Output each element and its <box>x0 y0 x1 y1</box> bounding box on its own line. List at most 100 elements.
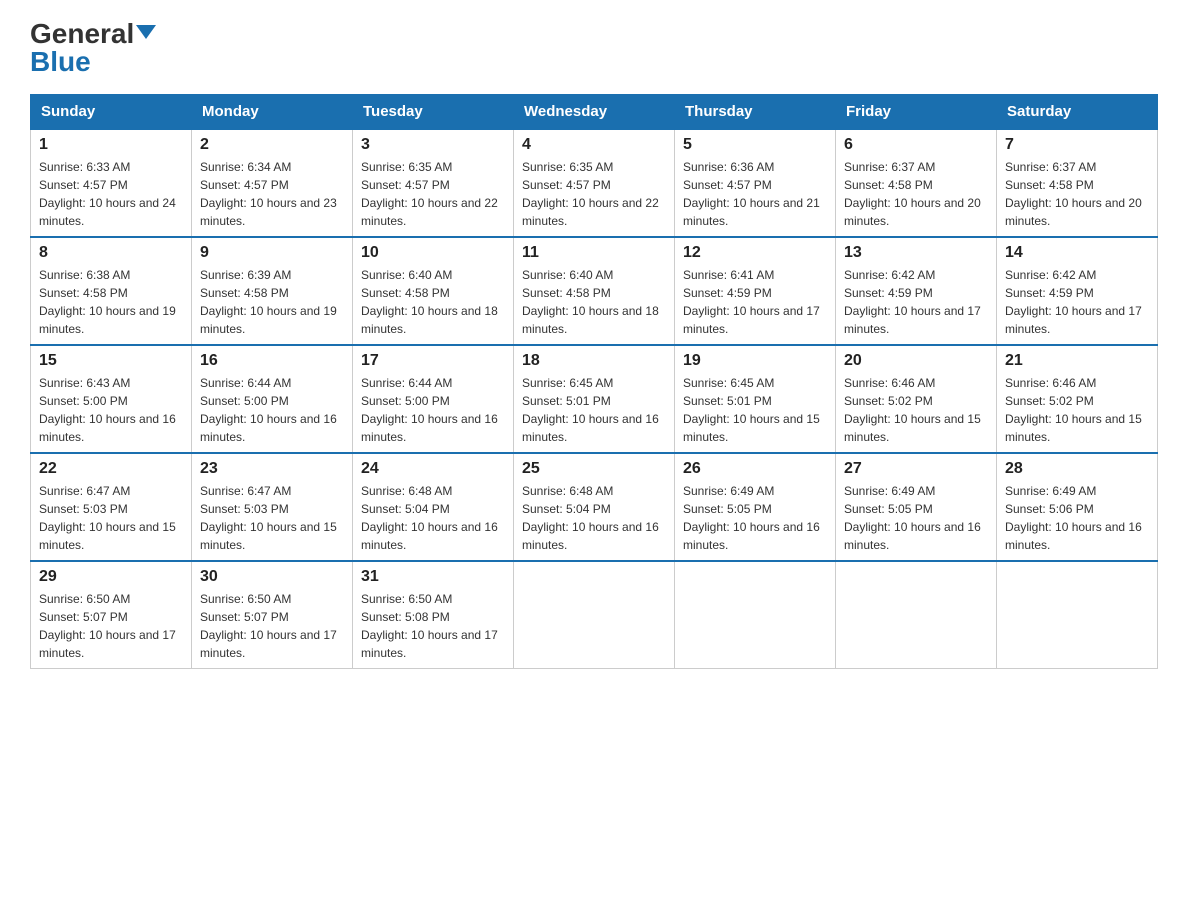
calendar-cell <box>514 561 675 669</box>
col-header-sunday: Sunday <box>31 95 192 130</box>
day-info: Sunrise: 6:49 AM Sunset: 5:05 PM Dayligh… <box>683 482 827 554</box>
logo: General Blue <box>30 20 156 76</box>
day-number: 16 <box>200 352 344 370</box>
calendar-cell: 19 Sunrise: 6:45 AM Sunset: 5:01 PM Dayl… <box>675 345 836 453</box>
day-info: Sunrise: 6:45 AM Sunset: 5:01 PM Dayligh… <box>683 374 827 446</box>
day-number: 14 <box>1005 244 1149 262</box>
day-number: 12 <box>683 244 827 262</box>
calendar-cell: 25 Sunrise: 6:48 AM Sunset: 5:04 PM Dayl… <box>514 453 675 561</box>
day-number: 15 <box>39 352 183 370</box>
calendar-cell: 4 Sunrise: 6:35 AM Sunset: 4:57 PM Dayli… <box>514 129 675 237</box>
day-info: Sunrise: 6:47 AM Sunset: 5:03 PM Dayligh… <box>39 482 183 554</box>
calendar-cell: 21 Sunrise: 6:46 AM Sunset: 5:02 PM Dayl… <box>997 345 1158 453</box>
logo-general-text: General <box>30 20 134 48</box>
day-info: Sunrise: 6:48 AM Sunset: 5:04 PM Dayligh… <box>522 482 666 554</box>
logo-triangle-icon <box>136 25 156 39</box>
calendar-cell <box>997 561 1158 669</box>
calendar-cell: 30 Sunrise: 6:50 AM Sunset: 5:07 PM Dayl… <box>192 561 353 669</box>
day-number: 26 <box>683 460 827 478</box>
day-info: Sunrise: 6:37 AM Sunset: 4:58 PM Dayligh… <box>1005 158 1149 230</box>
day-number: 24 <box>361 460 505 478</box>
day-info: Sunrise: 6:35 AM Sunset: 4:57 PM Dayligh… <box>522 158 666 230</box>
day-number: 4 <box>522 136 666 154</box>
day-info: Sunrise: 6:49 AM Sunset: 5:06 PM Dayligh… <box>1005 482 1149 554</box>
day-info: Sunrise: 6:50 AM Sunset: 5:07 PM Dayligh… <box>39 590 183 662</box>
col-header-friday: Friday <box>836 95 997 130</box>
logo-blue-text: Blue <box>30 48 91 76</box>
day-number: 31 <box>361 568 505 586</box>
day-number: 20 <box>844 352 988 370</box>
calendar-cell: 3 Sunrise: 6:35 AM Sunset: 4:57 PM Dayli… <box>353 129 514 237</box>
calendar-cell: 9 Sunrise: 6:39 AM Sunset: 4:58 PM Dayli… <box>192 237 353 345</box>
col-header-monday: Monday <box>192 95 353 130</box>
day-number: 2 <box>200 136 344 154</box>
col-header-tuesday: Tuesday <box>353 95 514 130</box>
day-info: Sunrise: 6:42 AM Sunset: 4:59 PM Dayligh… <box>844 266 988 338</box>
calendar-cell: 28 Sunrise: 6:49 AM Sunset: 5:06 PM Dayl… <box>997 453 1158 561</box>
calendar-cell: 18 Sunrise: 6:45 AM Sunset: 5:01 PM Dayl… <box>514 345 675 453</box>
day-number: 27 <box>844 460 988 478</box>
col-header-saturday: Saturday <box>997 95 1158 130</box>
day-info: Sunrise: 6:50 AM Sunset: 5:08 PM Dayligh… <box>361 590 505 662</box>
day-number: 11 <box>522 244 666 262</box>
week-row-1: 1 Sunrise: 6:33 AM Sunset: 4:57 PM Dayli… <box>31 129 1158 237</box>
day-info: Sunrise: 6:33 AM Sunset: 4:57 PM Dayligh… <box>39 158 183 230</box>
day-number: 22 <box>39 460 183 478</box>
day-info: Sunrise: 6:41 AM Sunset: 4:59 PM Dayligh… <box>683 266 827 338</box>
calendar-cell: 20 Sunrise: 6:46 AM Sunset: 5:02 PM Dayl… <box>836 345 997 453</box>
day-info: Sunrise: 6:40 AM Sunset: 4:58 PM Dayligh… <box>522 266 666 338</box>
day-info: Sunrise: 6:46 AM Sunset: 5:02 PM Dayligh… <box>1005 374 1149 446</box>
day-number: 1 <box>39 136 183 154</box>
week-row-5: 29 Sunrise: 6:50 AM Sunset: 5:07 PM Dayl… <box>31 561 1158 669</box>
calendar-cell: 17 Sunrise: 6:44 AM Sunset: 5:00 PM Dayl… <box>353 345 514 453</box>
day-info: Sunrise: 6:47 AM Sunset: 5:03 PM Dayligh… <box>200 482 344 554</box>
day-info: Sunrise: 6:38 AM Sunset: 4:58 PM Dayligh… <box>39 266 183 338</box>
day-info: Sunrise: 6:39 AM Sunset: 4:58 PM Dayligh… <box>200 266 344 338</box>
week-row-3: 15 Sunrise: 6:43 AM Sunset: 5:00 PM Dayl… <box>31 345 1158 453</box>
day-info: Sunrise: 6:44 AM Sunset: 5:00 PM Dayligh… <box>361 374 505 446</box>
week-row-2: 8 Sunrise: 6:38 AM Sunset: 4:58 PM Dayli… <box>31 237 1158 345</box>
day-number: 13 <box>844 244 988 262</box>
day-number: 17 <box>361 352 505 370</box>
calendar-cell <box>675 561 836 669</box>
day-number: 25 <box>522 460 666 478</box>
day-info: Sunrise: 6:44 AM Sunset: 5:00 PM Dayligh… <box>200 374 344 446</box>
day-number: 10 <box>361 244 505 262</box>
calendar-cell: 13 Sunrise: 6:42 AM Sunset: 4:59 PM Dayl… <box>836 237 997 345</box>
day-info: Sunrise: 6:34 AM Sunset: 4:57 PM Dayligh… <box>200 158 344 230</box>
day-number: 6 <box>844 136 988 154</box>
calendar-cell: 24 Sunrise: 6:48 AM Sunset: 5:04 PM Dayl… <box>353 453 514 561</box>
day-number: 29 <box>39 568 183 586</box>
page-header: General Blue <box>30 20 1158 76</box>
calendar-cell: 16 Sunrise: 6:44 AM Sunset: 5:00 PM Dayl… <box>192 345 353 453</box>
day-info: Sunrise: 6:36 AM Sunset: 4:57 PM Dayligh… <box>683 158 827 230</box>
day-info: Sunrise: 6:46 AM Sunset: 5:02 PM Dayligh… <box>844 374 988 446</box>
calendar-cell <box>836 561 997 669</box>
calendar-cell: 29 Sunrise: 6:50 AM Sunset: 5:07 PM Dayl… <box>31 561 192 669</box>
calendar-cell: 10 Sunrise: 6:40 AM Sunset: 4:58 PM Dayl… <box>353 237 514 345</box>
day-number: 8 <box>39 244 183 262</box>
calendar-cell: 26 Sunrise: 6:49 AM Sunset: 5:05 PM Dayl… <box>675 453 836 561</box>
calendar-cell: 2 Sunrise: 6:34 AM Sunset: 4:57 PM Dayli… <box>192 129 353 237</box>
col-header-thursday: Thursday <box>675 95 836 130</box>
calendar-cell: 5 Sunrise: 6:36 AM Sunset: 4:57 PM Dayli… <box>675 129 836 237</box>
day-number: 23 <box>200 460 344 478</box>
day-info: Sunrise: 6:50 AM Sunset: 5:07 PM Dayligh… <box>200 590 344 662</box>
day-info: Sunrise: 6:35 AM Sunset: 4:57 PM Dayligh… <box>361 158 505 230</box>
calendar-cell: 31 Sunrise: 6:50 AM Sunset: 5:08 PM Dayl… <box>353 561 514 669</box>
calendar-cell: 8 Sunrise: 6:38 AM Sunset: 4:58 PM Dayli… <box>31 237 192 345</box>
day-info: Sunrise: 6:42 AM Sunset: 4:59 PM Dayligh… <box>1005 266 1149 338</box>
calendar-cell: 14 Sunrise: 6:42 AM Sunset: 4:59 PM Dayl… <box>997 237 1158 345</box>
calendar-table: SundayMondayTuesdayWednesdayThursdayFrid… <box>30 94 1158 669</box>
day-number: 21 <box>1005 352 1149 370</box>
day-number: 5 <box>683 136 827 154</box>
calendar-cell: 1 Sunrise: 6:33 AM Sunset: 4:57 PM Dayli… <box>31 129 192 237</box>
day-number: 3 <box>361 136 505 154</box>
calendar-cell: 15 Sunrise: 6:43 AM Sunset: 5:00 PM Dayl… <box>31 345 192 453</box>
day-info: Sunrise: 6:43 AM Sunset: 5:00 PM Dayligh… <box>39 374 183 446</box>
calendar-cell: 6 Sunrise: 6:37 AM Sunset: 4:58 PM Dayli… <box>836 129 997 237</box>
day-number: 30 <box>200 568 344 586</box>
calendar-cell: 22 Sunrise: 6:47 AM Sunset: 5:03 PM Dayl… <box>31 453 192 561</box>
day-info: Sunrise: 6:48 AM Sunset: 5:04 PM Dayligh… <box>361 482 505 554</box>
day-info: Sunrise: 6:37 AM Sunset: 4:58 PM Dayligh… <box>844 158 988 230</box>
